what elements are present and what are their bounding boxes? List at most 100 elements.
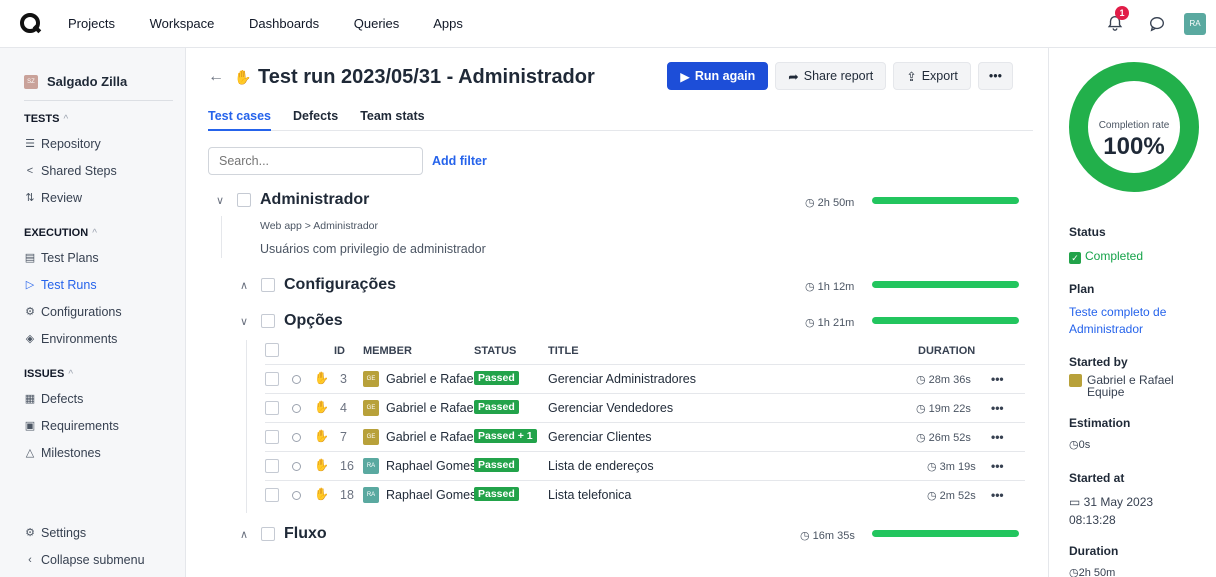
case-title[interactable]: Lista de endereços <box>548 459 654 473</box>
row-checkbox[interactable] <box>265 459 279 473</box>
section-issues[interactable]: ISSUES ^ <box>0 364 185 385</box>
sidebar-item-label: Review <box>41 190 82 205</box>
group-checkbox[interactable] <box>261 278 275 292</box>
table-row[interactable]: ✋ 4 GE Gabriel e Rafael Equipe Passed Ge… <box>265 393 1025 422</box>
nav-projects[interactable]: Projects <box>68 16 115 31</box>
status-label: Status <box>1069 225 1106 239</box>
sidebar-item-configurations[interactable]: ⚙ Configurations <box>0 298 185 325</box>
export-button[interactable]: ⇪ Export <box>893 62 971 90</box>
project-switcher[interactable]: SZ Salgado Zilla <box>0 48 185 98</box>
chevron-down-icon[interactable]: ∨ <box>213 194 227 207</box>
col-status[interactable]: STATUS <box>474 345 516 357</box>
sidebar-item-label: Configurations <box>41 304 122 319</box>
case-title[interactable]: Gerenciar Vendedores <box>548 401 673 415</box>
plan-link[interactable]: Teste completo de Administrador <box>1069 304 1189 338</box>
group-progress-bar <box>872 317 1019 324</box>
table-row[interactable]: ✋ 18 RA Raphael Gomes Passed Lista telef… <box>265 480 1025 509</box>
table-row[interactable]: ✋ 7 GE Gabriel e Rafael Equipe Passed + … <box>265 422 1025 451</box>
row-more-button[interactable]: ••• <box>991 459 1004 473</box>
sidebar-item-shared-steps[interactable]: < Shared Steps <box>0 157 185 184</box>
estimation-label: Estimation <box>1069 416 1131 430</box>
tab-team-stats[interactable]: Team stats <box>360 109 424 131</box>
hand-icon: ✋ <box>314 429 329 443</box>
chat-icon[interactable] <box>1148 15 1166 33</box>
member-avatar: RA <box>363 487 379 503</box>
row-checkbox[interactable] <box>265 372 279 386</box>
chevron-up-icon[interactable]: ∧ <box>237 279 251 292</box>
sidebar-item-test-plans[interactable]: ▤ Test Plans <box>0 244 185 271</box>
section-execution[interactable]: EXECUTION ^ <box>0 223 185 244</box>
sidebar-item-milestones[interactable]: △ Milestones <box>0 439 185 466</box>
notification-count-badge: 1 <box>1115 6 1129 20</box>
duration-value-text: 2h 50m <box>1078 567 1116 577</box>
group-checkbox[interactable] <box>261 527 275 541</box>
hand-icon: ✋ <box>234 68 252 85</box>
chevron-down-icon[interactable]: ∨ <box>237 315 251 328</box>
app-logo[interactable] <box>20 12 42 35</box>
case-title[interactable]: Gerenciar Clientes <box>548 430 652 444</box>
share-report-button[interactable]: ➦ Share report <box>775 62 887 90</box>
group-row-configuracoes[interactable]: ∧ Configurações <box>237 276 396 294</box>
member-name: Gabriel e Rafael Equipe <box>386 430 474 444</box>
group-checkbox[interactable] <box>261 314 275 328</box>
sidebar-item-defects[interactable]: ▦ Defects <box>0 385 185 412</box>
case-title[interactable]: Lista telefonica <box>548 488 631 502</box>
status-value-text: Completed <box>1085 249 1144 263</box>
nav-queries[interactable]: Queries <box>354 16 400 31</box>
row-checkbox[interactable] <box>265 430 279 444</box>
row-more-button[interactable]: ••• <box>991 372 1004 386</box>
group-row-fluxo[interactable]: ∧ Fluxo <box>237 525 327 543</box>
bug-icon: ▦ <box>24 393 36 405</box>
tree-line <box>246 340 247 513</box>
section-tests[interactable]: TESTS ^ <box>0 109 185 130</box>
member-name: Raphael Gomes <box>386 459 474 473</box>
notifications-button[interactable]: 1 <box>1106 6 1129 34</box>
group-duration: ◷ 16m 35s <box>800 529 855 542</box>
row-checkbox[interactable] <box>265 401 279 415</box>
back-arrow-icon[interactable]: ← <box>208 68 224 86</box>
nav-apps[interactable]: Apps <box>433 16 463 31</box>
group-row-opcoes[interactable]: ∨ Opções <box>237 312 343 330</box>
nav-workspace[interactable]: Workspace <box>150 16 215 31</box>
pull-request-icon: ⇅ <box>25 192 35 204</box>
chevron-up-icon[interactable]: ∧ <box>237 528 251 541</box>
cube-icon: ◈ <box>25 333 35 345</box>
case-duration-value: 3m 19s <box>939 461 976 473</box>
tab-defects[interactable]: Defects <box>293 109 338 131</box>
user-avatar[interactable]: RA <box>1184 13 1206 35</box>
upload-icon: ⇪ <box>906 69 917 84</box>
case-title[interactable]: Gerenciar Administradores <box>548 372 696 386</box>
more-actions-button[interactable]: ••• <box>977 62 1013 90</box>
add-filter-link[interactable]: Add filter <box>432 154 487 168</box>
sidebar-item-requirements[interactable]: ▣ Requirements <box>0 412 185 439</box>
run-again-button[interactable]: ▶ Run again <box>667 62 769 90</box>
col-id[interactable]: ID <box>334 345 345 357</box>
row-more-button[interactable]: ••• <box>991 488 1004 502</box>
table-row[interactable]: ✋ 16 RA Raphael Gomes Passed Lista de en… <box>265 451 1025 480</box>
sidebar-divider <box>24 100 173 101</box>
sidebar-item-settings[interactable]: ⚙ Settings <box>0 519 186 546</box>
tab-test-cases[interactable]: Test cases <box>208 109 272 131</box>
sidebar-item-test-runs[interactable]: ▷ Test Runs <box>0 271 185 298</box>
col-title[interactable]: TITLE <box>548 345 579 357</box>
row-checkbox[interactable] <box>265 488 279 502</box>
sidebar-item-label: Defects <box>41 391 84 406</box>
select-all-checkbox[interactable] <box>265 343 279 357</box>
row-more-button[interactable]: ••• <box>991 430 1004 444</box>
col-duration[interactable]: DURATION <box>918 345 975 357</box>
col-member[interactable]: MEMBER <box>363 345 412 357</box>
sidebar-item-repository[interactable]: ☰ Repository <box>0 130 185 157</box>
list-icon: ☰ <box>25 138 35 150</box>
member-name: Raphael Gomes <box>386 488 474 502</box>
check-icon: ✓ <box>1069 252 1081 264</box>
sidebar-item-review[interactable]: ⇅ Review <box>0 184 185 211</box>
sidebar-item-environments[interactable]: ◈ Environments <box>0 325 185 352</box>
table-row[interactable]: ✋ 3 GE Gabriel e Rafael Equipe Passed Ge… <box>265 364 1025 393</box>
group-duration-value: 1h 21m <box>817 317 855 329</box>
search-input[interactable] <box>208 147 423 175</box>
row-more-button[interactable]: ••• <box>991 401 1004 415</box>
suite-checkbox[interactable] <box>237 193 251 207</box>
suite-row[interactable]: ∨ Administrador <box>213 191 369 209</box>
nav-dashboards[interactable]: Dashboards <box>249 16 319 31</box>
collapse-submenu-button[interactable]: ‹ Collapse submenu <box>0 546 186 573</box>
